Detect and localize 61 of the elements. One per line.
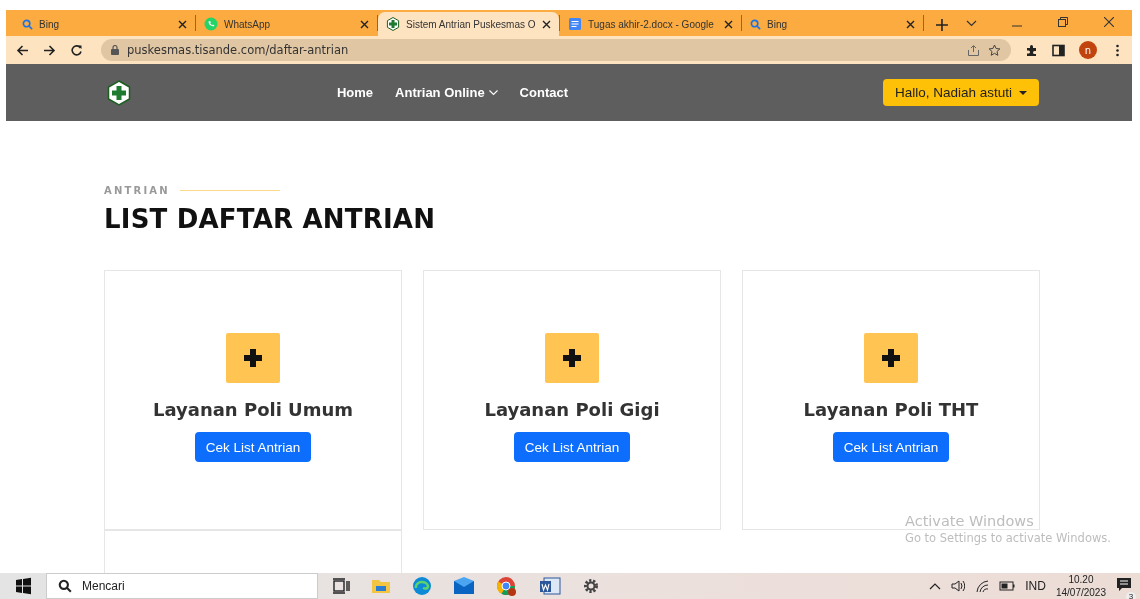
chat-bubble-icon	[204, 17, 218, 31]
browser-wave-icon[interactable]	[412, 576, 432, 596]
lock-icon	[111, 45, 119, 55]
plus-icon[interactable]	[936, 19, 948, 31]
side-panel-icon[interactable]	[1052, 43, 1065, 57]
back-arrow-icon[interactable]	[16, 43, 29, 57]
search-icon	[22, 18, 33, 30]
card-title: Layanan Poli Gigi	[484, 399, 660, 420]
caret-icon	[1019, 90, 1027, 95]
star-icon[interactable]	[988, 43, 1001, 57]
plus-icon	[545, 333, 599, 383]
clock-date[interactable]: 14/07/2023	[1055, 586, 1106, 599]
puzzle-icon[interactable]	[1025, 43, 1038, 57]
nav-link[interactable]: Antrian Online	[395, 85, 498, 100]
search-icon	[58, 579, 72, 593]
browser-tab[interactable]: Bing	[742, 12, 924, 36]
windows-logo-icon[interactable]	[15, 576, 31, 596]
close-icon[interactable]	[906, 19, 916, 29]
section-eyebrow: ANTRIAN	[104, 185, 170, 196]
plus-icon	[226, 333, 280, 383]
mail-icon[interactable]	[453, 576, 475, 596]
activation-title: Activate Windows	[905, 513, 1035, 529]
search-icon	[750, 18, 762, 30]
close-icon[interactable]	[724, 19, 734, 29]
language-indicator[interactable]: IND	[1025, 579, 1046, 593]
page-title: LIST DAFTAR ANTRIAN	[104, 204, 437, 234]
word-document-icon[interactable]	[539, 576, 561, 596]
address-bar[interactable]: puskesmas.tisande.com/daftar-antrian	[101, 39, 1011, 61]
browser-circle-icon[interactable]	[496, 576, 518, 596]
close-icon[interactable]	[178, 19, 187, 29]
activation-subtitle: Go to Settings to activate Windows.	[905, 531, 1111, 545]
browser-tab[interactable]: WhatsApp	[196, 12, 378, 36]
card-title: Layanan Poli Umum	[152, 399, 354, 420]
browser-tab[interactable]: Tugas akhir-2.docx - Google	[560, 12, 742, 36]
browser-tab[interactable]: Sistem Antrian Puskesmas O	[378, 12, 560, 36]
forward-arrow-icon[interactable]	[43, 43, 56, 57]
share-icon[interactable]	[967, 43, 980, 57]
plus-icon	[864, 333, 918, 383]
restore-icon[interactable]	[1058, 17, 1068, 27]
chevron-down-icon[interactable]	[965, 19, 977, 27]
clock-time[interactable]: 10.20	[1055, 573, 1106, 586]
user-menu-button[interactable]: Hallo, Nadiah astuti	[882, 79, 1039, 106]
close-icon[interactable]	[1104, 17, 1114, 27]
close-icon[interactable]	[542, 19, 552, 29]
settings-icon[interactable]	[582, 576, 600, 596]
close-icon[interactable]	[360, 19, 370, 29]
document-icon	[568, 17, 583, 31]
nav-link[interactable]: Home	[336, 85, 374, 100]
task-view-icon[interactable]	[332, 576, 350, 596]
check-list-button[interactable]: Cek List Antrian	[832, 432, 950, 462]
browser-tab[interactable]: Bing	[14, 12, 195, 36]
card-title: Layanan Poli THT	[803, 399, 979, 420]
cross-logo-icon	[386, 17, 401, 31]
check-list-button[interactable]: Cek List Antrian	[513, 432, 631, 462]
cross-logo-icon[interactable]	[106, 79, 132, 106]
check-list-button[interactable]: Cek List Antrian	[194, 432, 312, 462]
profile-avatar[interactable]: n	[1079, 41, 1097, 59]
nav-link[interactable]: Contact	[519, 85, 568, 100]
taskbar-search-field[interactable]: Mencari	[46, 573, 318, 599]
notification-count: 3	[1126, 591, 1136, 599]
reload-icon[interactable]	[70, 43, 83, 57]
